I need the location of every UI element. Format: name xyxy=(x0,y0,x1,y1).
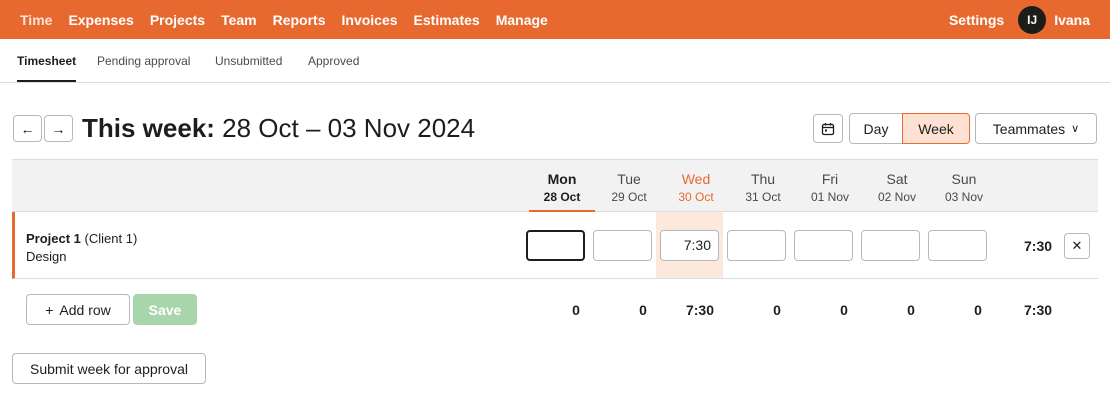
project-name: Project 1 xyxy=(26,231,81,246)
arrow-left-icon: ← xyxy=(20,120,35,137)
nav-manage[interactable]: Manage xyxy=(492,12,552,28)
daily-total-wed: 7:30 xyxy=(685,302,715,318)
day-name: Mon xyxy=(547,171,577,187)
nav-invoices[interactable]: Invoices xyxy=(338,12,402,28)
day-header-thu: Thu 31 Oct xyxy=(730,171,796,204)
add-row-label: Add row xyxy=(59,301,111,318)
top-nav: Time Expenses Projects Team Reports Invo… xyxy=(0,0,1110,39)
time-input-tue[interactable] xyxy=(593,230,652,261)
table-header: Mon 28 Oct Tue 29 Oct Wed 30 Oct Thu 31 … xyxy=(12,159,1098,212)
daily-total-sat: 0 xyxy=(907,302,915,318)
row-total: 7:30 xyxy=(1024,238,1053,254)
avatar[interactable]: IJ xyxy=(1018,5,1047,34)
day-header-sun: Sun 03 Nov xyxy=(931,171,997,204)
daily-total-fri: 0 xyxy=(840,302,848,318)
nav-estimates[interactable]: Estimates xyxy=(410,12,484,28)
day-name: Sat xyxy=(886,171,908,187)
day-date: 29 Oct xyxy=(611,190,647,204)
add-row-button[interactable]: + Add row xyxy=(26,294,130,325)
day-date: 30 Oct xyxy=(678,190,714,204)
daily-total-sun: 0 xyxy=(974,302,982,318)
day-name: Tue xyxy=(617,171,641,187)
grand-total: 7:30 xyxy=(1024,302,1053,318)
day-name: Wed xyxy=(681,171,711,187)
time-input-sat[interactable] xyxy=(861,230,920,261)
day-name: Thu xyxy=(750,171,776,187)
day-name: Fri xyxy=(821,171,839,187)
arrow-right-icon: → xyxy=(51,120,66,137)
page-title: This week: 28 Oct – 03 Nov 2024 xyxy=(82,113,475,144)
close-icon: ✕ xyxy=(1071,238,1083,253)
calendar-button[interactable] xyxy=(813,114,843,143)
user-name[interactable]: Ivana xyxy=(1054,12,1090,28)
prev-week-button[interactable]: ← xyxy=(13,115,42,142)
delete-row-button[interactable]: ✕ xyxy=(1064,233,1090,259)
week-view-button[interactable]: Week xyxy=(902,113,970,144)
day-date: 01 Nov xyxy=(810,190,850,204)
day-name: Sun xyxy=(951,171,977,187)
settings-link[interactable]: Settings xyxy=(949,12,1004,28)
day-header-sat: Sat 02 Nov xyxy=(864,171,930,204)
project-info: Project 1 (Client 1) Design xyxy=(26,230,137,266)
nav-reports[interactable]: Reports xyxy=(269,12,330,28)
plus-icon: + xyxy=(45,301,54,318)
day-header-mon: Mon 28 Oct xyxy=(529,171,595,212)
teammates-dropdown[interactable]: Teammates ∨ xyxy=(975,113,1097,144)
tab-unsubmitted[interactable]: Unsubmitted xyxy=(215,54,282,68)
task-name: Design xyxy=(26,249,67,264)
daily-total-thu: 0 xyxy=(773,302,781,318)
tab-timesheet[interactable]: Timesheet xyxy=(17,54,77,82)
client-name: (Client 1) xyxy=(80,231,138,246)
title-label: This week: xyxy=(82,113,215,143)
save-button[interactable]: Save xyxy=(133,294,197,325)
day-date: 28 Oct xyxy=(543,190,581,204)
calendar-icon xyxy=(821,122,835,135)
day-header-fri: Fri 01 Nov xyxy=(797,171,863,204)
time-input-wed[interactable]: 7:30 xyxy=(660,230,719,261)
day-header-wed: Wed 30 Oct xyxy=(663,171,729,204)
title-range: 28 Oct – 03 Nov 2024 xyxy=(214,113,476,143)
time-input-fri[interactable] xyxy=(794,230,853,261)
day-date: 02 Nov xyxy=(877,190,917,204)
day-date: 03 Nov xyxy=(944,190,984,204)
time-input-mon[interactable] xyxy=(526,230,585,261)
nav-team[interactable]: Team xyxy=(217,12,261,28)
nav-projects[interactable]: Projects xyxy=(146,12,209,28)
tab-pending-approval[interactable]: Pending approval xyxy=(97,54,190,68)
nav-right: Settings IJ Ivana xyxy=(949,0,1110,39)
nav-expenses[interactable]: Expenses xyxy=(64,12,137,28)
time-input-sun[interactable] xyxy=(928,230,987,261)
submit-week-button[interactable]: Submit week for approval xyxy=(12,353,206,384)
day-view-button[interactable]: Day xyxy=(849,113,903,144)
chevron-down-icon: ∨ xyxy=(1071,123,1080,135)
time-input-thu[interactable] xyxy=(727,230,786,261)
day-header-tue: Tue 29 Oct xyxy=(596,171,662,204)
tab-approved[interactable]: Approved xyxy=(308,54,359,68)
next-week-button[interactable]: → xyxy=(44,115,73,142)
nav-time[interactable]: Time xyxy=(16,12,56,28)
teammates-label: Teammates xyxy=(992,120,1066,137)
day-date: 31 Oct xyxy=(745,190,781,204)
daily-total-mon: 0 xyxy=(572,302,580,318)
sub-nav: Timesheet Pending approval Unsubmitted A… xyxy=(0,39,1110,83)
